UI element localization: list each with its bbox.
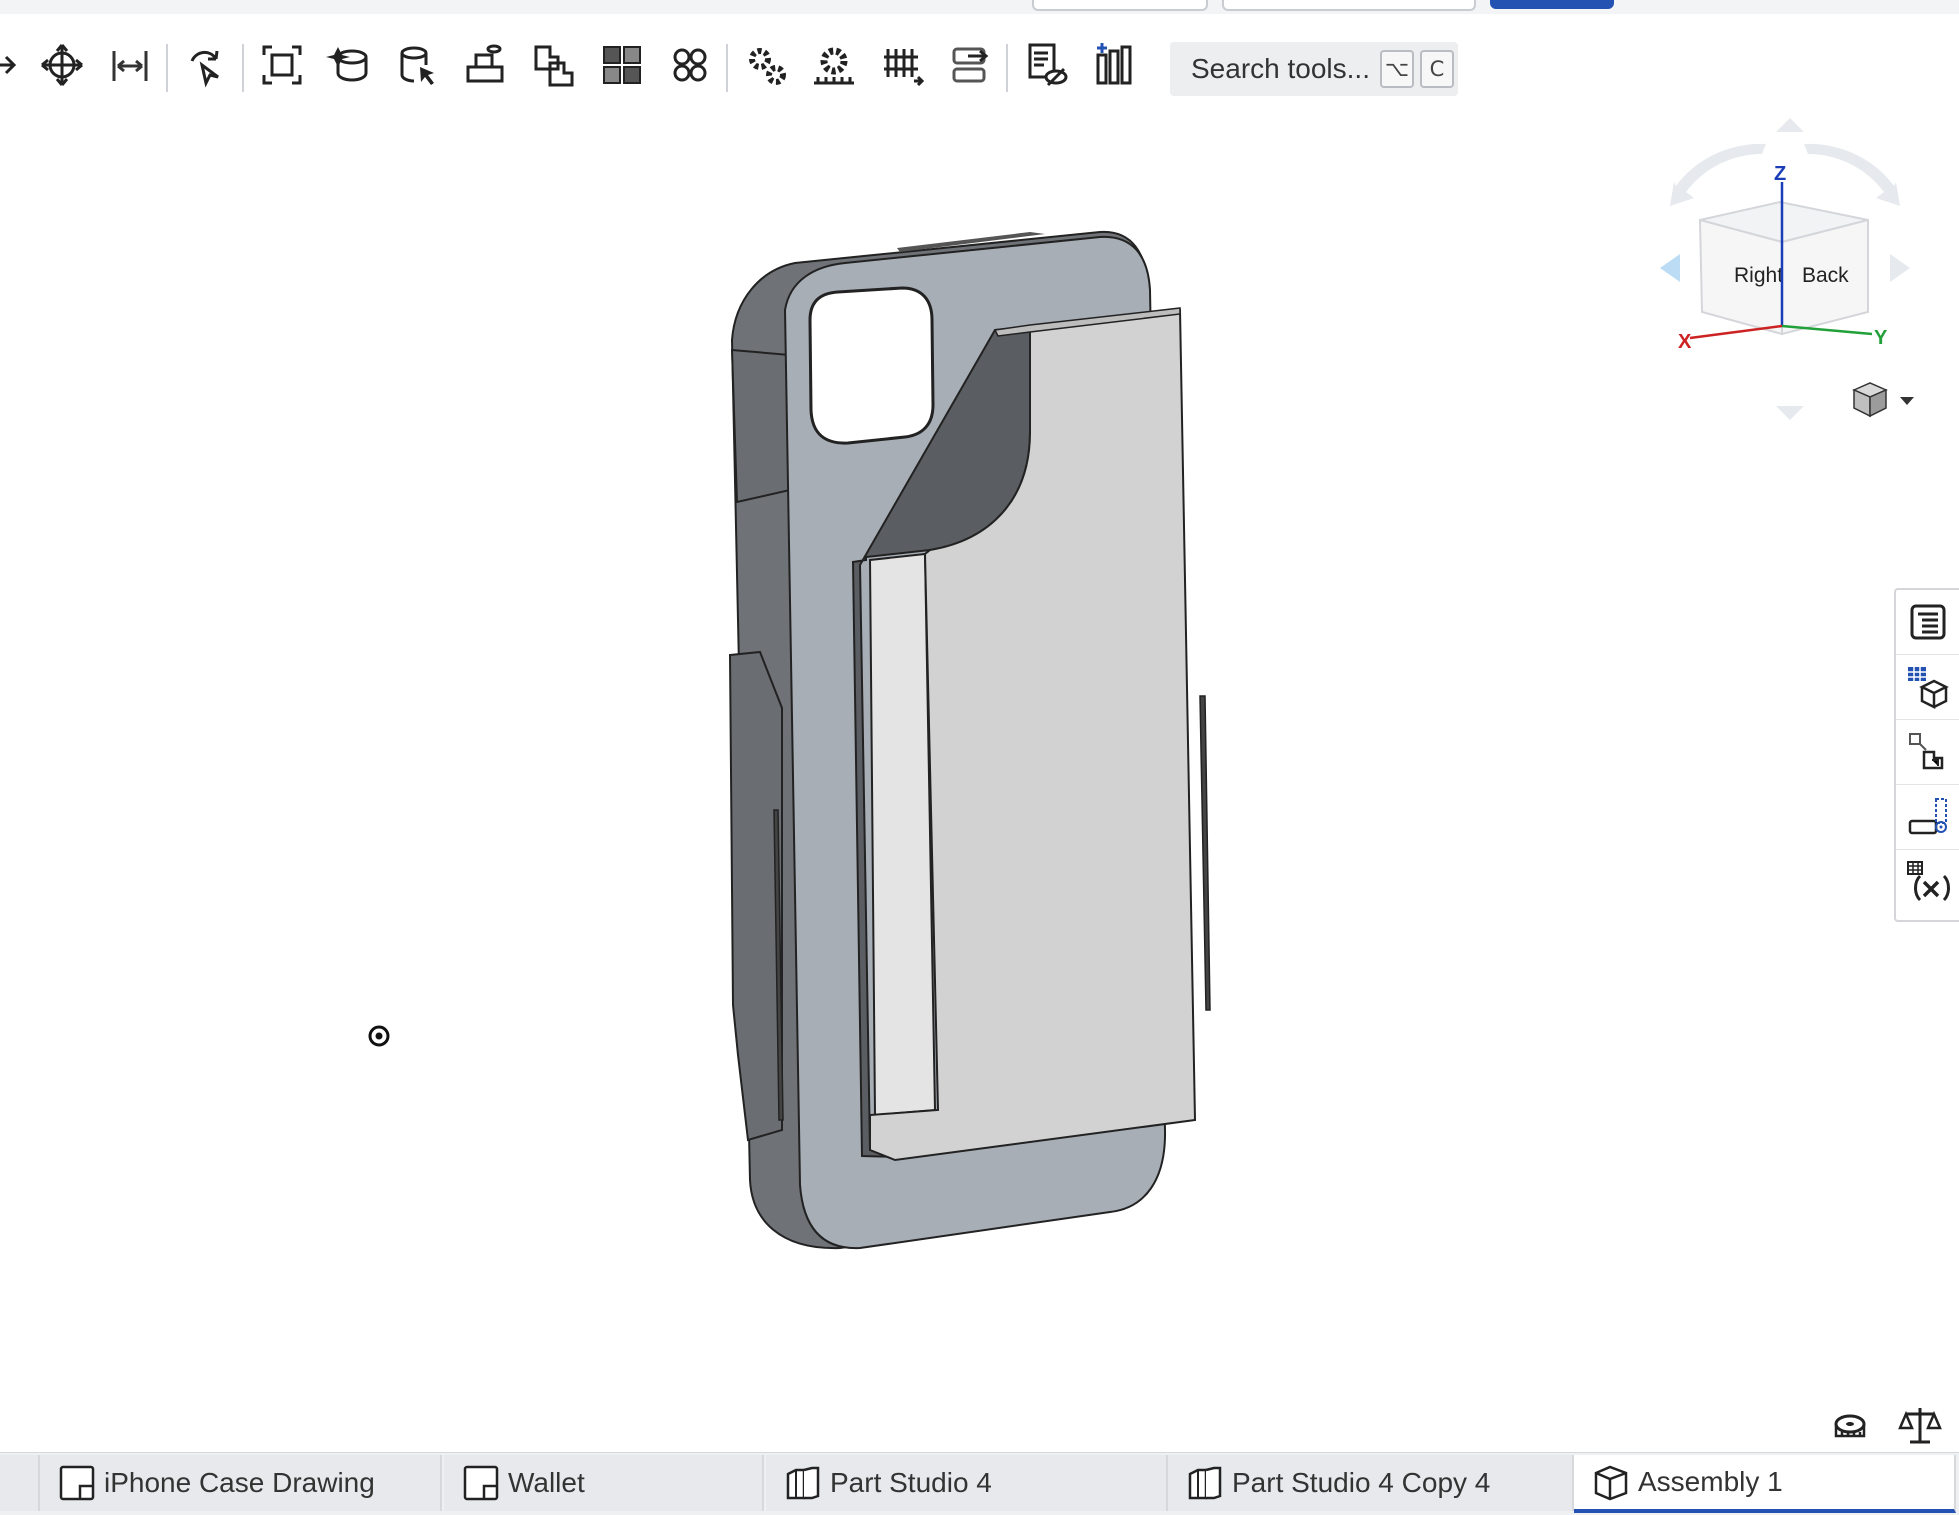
linear-relation-icon[interactable] (944, 38, 996, 92)
camera-cutout (808, 286, 935, 445)
cube-face-back-label: Back (1802, 264, 1849, 287)
tab-label: Wallet (508, 1467, 585, 1498)
search-tools-button[interactable]: Search tools... ⌥ C (1170, 42, 1458, 96)
right-side-panel (1894, 588, 1959, 922)
part-studio-icon (1188, 1466, 1222, 1500)
render-mode-dropdown[interactable] (1848, 380, 1918, 420)
named-views-icon[interactable] (1020, 38, 1072, 92)
assembly-toolbar: Search tools... ⌥ C (0, 14, 1959, 96)
case-left-wall-upper (730, 348, 791, 504)
header-primary-button[interactable] (1490, 0, 1614, 9)
configurations-icon[interactable] (1896, 785, 1959, 850)
header-field-1[interactable] (1032, 0, 1208, 11)
variables-icon[interactable] (1896, 850, 1959, 914)
orbit-right-arrow-icon[interactable] (1804, 143, 1900, 206)
select-part-icon[interactable] (392, 38, 444, 92)
tab-part-studio-4[interactable]: Part Studio 4 (766, 1455, 1168, 1511)
tab-label: Part Studio 4 Copy 4 (1232, 1467, 1491, 1498)
pattern-icon[interactable] (596, 38, 648, 92)
tab-assembly-1[interactable]: Assembly 1 (1574, 1455, 1956, 1513)
rotate-up-arrow-icon[interactable] (1776, 118, 1804, 132)
fit-icon[interactable] (256, 38, 308, 92)
shortcut-key-c: C (1419, 50, 1454, 88)
mass-properties-icon[interactable] (1898, 1404, 1942, 1448)
tab-label: iPhone Case Drawing (104, 1467, 375, 1498)
rotate-down-arrow-icon[interactable] (1776, 406, 1804, 420)
assembly-icon (1594, 1465, 1628, 1501)
x-axis (1689, 324, 1783, 340)
shaded-cube-icon (1852, 382, 1888, 418)
tab-label: Assembly 1 (1638, 1466, 1783, 1497)
axis-z-label: Z (1774, 163, 1786, 185)
explode-icon[interactable] (1088, 38, 1140, 92)
header-strip (0, 0, 1959, 14)
orbit-left-arrow-icon[interactable] (1670, 143, 1766, 206)
toolbar-divider (242, 44, 244, 92)
axis-x-label: X (1678, 331, 1692, 353)
wallet-pocket-inner (868, 552, 937, 1117)
part-studio-icon (786, 1466, 820, 1500)
cube-face-right-label: Right (1734, 264, 1783, 287)
header-field-2[interactable] (1222, 0, 1476, 11)
tab-wallet[interactable]: Wallet (444, 1455, 764, 1511)
shortcut-key-option: ⌥ (1379, 50, 1414, 88)
chevron-down-icon (1900, 397, 1914, 405)
replicate-icon[interactable] (528, 38, 580, 92)
move-icon[interactable] (36, 38, 88, 92)
drawing-icon (59, 1465, 95, 1501)
mate-connector-icon[interactable] (460, 38, 512, 92)
toolbar-divider (1006, 44, 1008, 92)
tab-label: Part Studio 4 (830, 1467, 992, 1498)
origin-marker-icon (368, 1025, 390, 1047)
pan-icon[interactable] (0, 38, 28, 92)
rotate-right-arrow-icon[interactable] (1890, 254, 1910, 282)
tab-part-studio-4-copy-4[interactable]: Part Studio 4 Copy 4 (1168, 1455, 1574, 1511)
rotate-icon[interactable] (180, 38, 232, 92)
insert-icon[interactable] (324, 38, 376, 92)
toolbar-divider (166, 44, 168, 92)
document-tabs: iPhone Case Drawing Wallet Part Studio 4… (0, 1452, 1959, 1515)
mate-features-icon[interactable] (1896, 720, 1959, 785)
measure-icon[interactable] (1828, 1404, 1872, 1448)
search-tools-label: Search tools... (1191, 53, 1370, 84)
group-icon[interactable] (664, 38, 716, 92)
right-slot (1199, 695, 1211, 1011)
toolbar-divider (726, 44, 728, 92)
axis-y-label: Y (1874, 327, 1888, 349)
instance-list-icon[interactable] (1896, 590, 1959, 655)
rotate-left-arrow-icon[interactable] (1660, 254, 1680, 282)
case-left-wall-lower (728, 650, 783, 1142)
tab-iphone-case-drawing[interactable]: iPhone Case Drawing (40, 1455, 442, 1511)
gear-relation-icon[interactable] (740, 38, 792, 92)
bom-table-icon[interactable] (1896, 655, 1959, 720)
rack-relation-icon[interactable] (808, 38, 860, 92)
screw-relation-icon[interactable] (876, 38, 928, 92)
mirror-icon[interactable] (104, 38, 156, 92)
tab-left-overflow[interactable] (0, 1455, 40, 1511)
drawing-icon (463, 1465, 499, 1501)
